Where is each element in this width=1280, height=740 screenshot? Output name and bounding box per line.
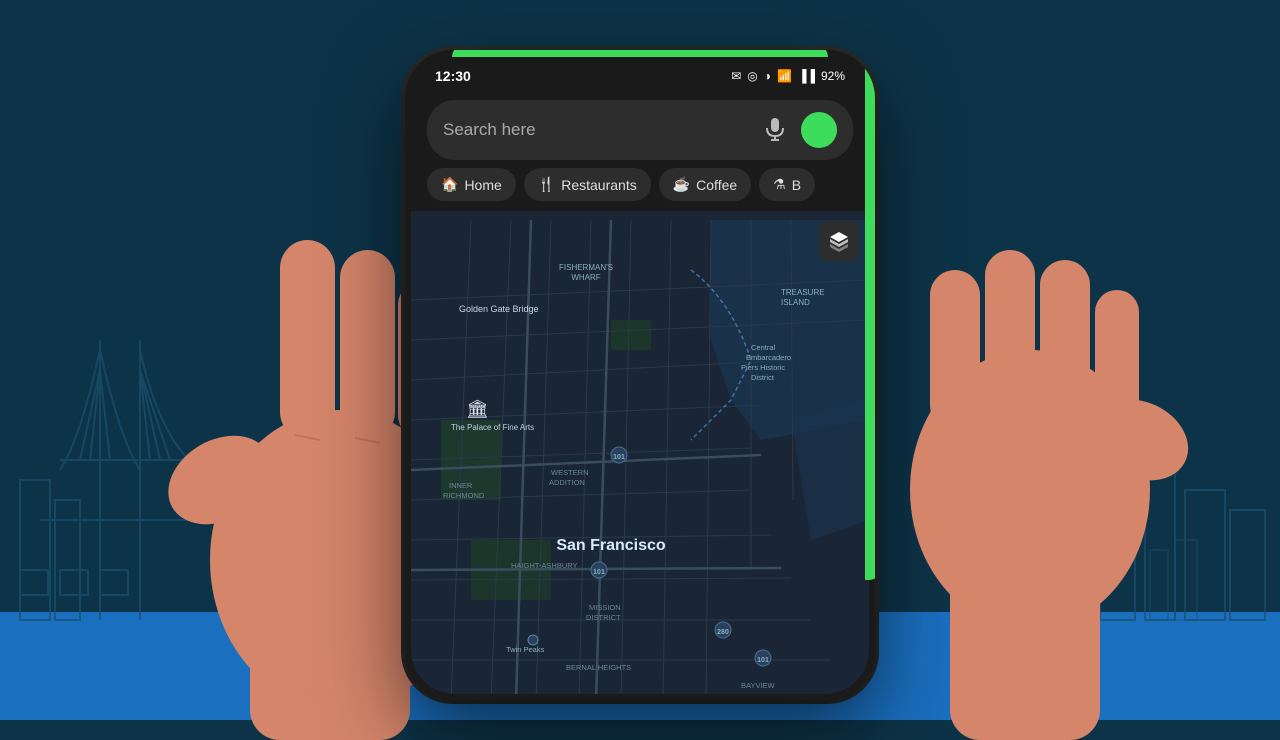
coffee-icon: ☕ (673, 176, 690, 193)
status-icons: ✉ ◎ ◑ 📶 ▐▐ 92% (731, 69, 845, 83)
location-icon: ◎ (747, 69, 757, 83)
status-time: 12:30 (435, 68, 471, 84)
phone-green-edge-top (452, 50, 828, 57)
home-icon: 🏠 (441, 176, 458, 193)
svg-text:101: 101 (593, 569, 605, 576)
svg-text:RICHMOND: RICHMOND (443, 491, 485, 500)
right-hand (850, 190, 1200, 740)
filter-icon: ⚗ (773, 176, 786, 193)
phone-screen: 12:30 ✉ ◎ ◑ 📶 ▐▐ 92% Search here (411, 56, 869, 694)
svg-text:101: 101 (757, 657, 769, 664)
restaurants-icon: 🍴 (538, 176, 555, 193)
chip-restaurants[interactable]: 🍴 Restaurants (524, 168, 651, 201)
mic-button[interactable] (759, 114, 791, 146)
svg-text:San Francisco: San Francisco (556, 537, 666, 554)
profile-button[interactable] (801, 112, 837, 148)
signal-icon: ▐▐ (798, 69, 815, 83)
phone-body: 12:30 ✉ ◎ ◑ 📶 ▐▐ 92% Search here (405, 50, 875, 700)
svg-text:Golden Gate Bridge: Golden Gate Bridge (459, 304, 539, 314)
svg-text:Central: Central (751, 343, 776, 352)
svg-text:280: 280 (717, 629, 729, 636)
chip-bar[interactable]: ⚗ B (759, 168, 815, 201)
svg-text:DISTRICT: DISTRICT (586, 613, 621, 622)
chip-home-label: Home (464, 177, 501, 193)
phone: 12:30 ✉ ◎ ◑ 📶 ▐▐ 92% Search here (405, 50, 875, 700)
chip-restaurants-label: Restaurants (561, 177, 636, 193)
svg-text:Embarcadero: Embarcadero (746, 353, 791, 362)
svg-text:ISLAND: ISLAND (781, 298, 810, 307)
svg-text:WESTERN: WESTERN (551, 468, 589, 477)
svg-text:🏛: 🏛 (466, 399, 489, 419)
svg-text:District: District (751, 373, 775, 382)
search-bar[interactable]: Search here (427, 100, 853, 160)
moon-icon (140, 20, 240, 120)
chip-home[interactable]: 🏠 Home (427, 168, 516, 201)
svg-text:FISHERMAN'S: FISHERMAN'S (559, 263, 613, 272)
wifi-icon: 📶 (777, 69, 792, 83)
svg-text:Piers Historic: Piers Historic (741, 363, 785, 372)
chip-coffee-label: Coffee (696, 177, 737, 193)
message-icon: ✉ (731, 69, 741, 83)
battery-text: 92% (821, 69, 845, 83)
map-area[interactable]: 101 101 280 101 Golden Gate Bridge 🏛 The… (411, 211, 869, 694)
status-bar: 12:30 ✉ ◎ ◑ 📶 ▐▐ 92% (411, 56, 869, 92)
svg-text:ADDITION: ADDITION (549, 478, 585, 487)
svg-text:101: 101 (613, 454, 625, 461)
chip-bar-label: B (792, 177, 801, 193)
search-placeholder: Search here (443, 120, 749, 140)
svg-text:WHARF: WHARF (571, 273, 600, 282)
chips-row: 🏠 Home 🍴 Restaurants ☕ Coffee ⚗ B (411, 168, 869, 211)
svg-text:Twin Peaks: Twin Peaks (506, 645, 545, 654)
map-svg: 101 101 280 101 Golden Gate Bridge 🏛 The… (411, 211, 869, 694)
svg-text:HAIGHT-ASHBURY: HAIGHT-ASHBURY (511, 561, 578, 570)
svg-text:TREASURE: TREASURE (781, 288, 825, 297)
brightness-icon: ◑ (764, 69, 771, 83)
svg-text:The Palace of Fine Arts: The Palace of Fine Arts (451, 423, 534, 432)
svg-text:MISSION: MISSION (589, 603, 621, 612)
svg-text:BERNAL HEIGHTS: BERNAL HEIGHTS (566, 663, 631, 672)
svg-text:INNER: INNER (449, 481, 473, 490)
svg-text:BAYVIEW: BAYVIEW (741, 681, 776, 690)
chip-coffee[interactable]: ☕ Coffee (659, 168, 751, 201)
